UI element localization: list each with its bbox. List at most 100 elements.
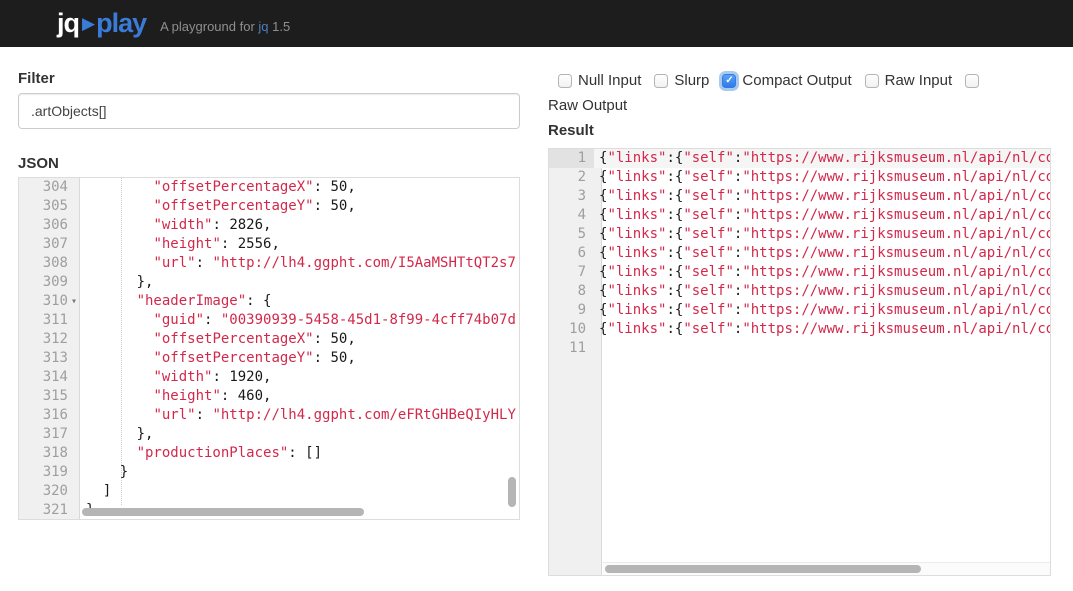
json-vertical-scrollbar[interactable] [508, 477, 516, 507]
code-line[interactable]: 315 "height": 460, [19, 387, 519, 406]
option-null-input[interactable]: Null Input [558, 72, 641, 89]
code-text: "url": "http://lh4.ggpht.com/I5AaMSHTtQT… [80, 254, 516, 273]
result-horizontal-scrollbar[interactable] [605, 565, 921, 573]
line-number: 312 [19, 330, 68, 349]
code-line[interactable]: 305 "offsetPercentageY": 50, [19, 197, 519, 216]
line-number: 315 [19, 387, 68, 406]
code-line[interactable]: 4{"links":{"self":"https://www.rijksmuse… [549, 206, 1050, 225]
code-line[interactable]: 310▾ "headerImage": { [19, 292, 519, 311]
code-line[interactable]: 307 "height": 2556, [19, 235, 519, 254]
code-line[interactable]: 312 "offsetPercentageX": 50, [19, 330, 519, 349]
code-line[interactable]: 2{"links":{"self":"https://www.rijksmuse… [549, 168, 1050, 187]
line-number: 311 [19, 311, 68, 330]
code-line[interactable]: 304 "offsetPercentageX": 50, [19, 178, 519, 197]
result-editor[interactable]: 1{"links":{"self":"https://www.rijksmuse… [548, 148, 1051, 576]
code-text: "width": 2826, [80, 216, 271, 235]
code-line[interactable]: 317 }, [19, 425, 519, 444]
raw-input-label: Raw Input [885, 72, 953, 89]
code-text: {"links":{"self":"https://www.rijksmuseu… [594, 301, 1051, 320]
fold-arrow-icon[interactable]: ▾ [68, 292, 80, 311]
code-line[interactable]: 11 [549, 339, 1050, 358]
line-number: 2 [549, 168, 594, 187]
code-line[interactable]: 309 }, [19, 273, 519, 292]
line-number: 310 [19, 292, 68, 311]
compact-output-checkbox[interactable] [722, 74, 736, 88]
code-line[interactable]: 314 "width": 1920, [19, 368, 519, 387]
code-line[interactable]: 318 "productionPlaces": [] [19, 444, 519, 463]
code-line[interactable]: 6{"links":{"self":"https://www.rijksmuse… [549, 244, 1050, 263]
line-number: 313 [19, 349, 68, 368]
code-line[interactable]: 320 ] [19, 482, 519, 501]
json-heading: JSON [18, 155, 59, 172]
code-line[interactable]: 1{"links":{"self":"https://www.rijksmuse… [549, 149, 1050, 168]
option-raw-input[interactable]: Raw Input [865, 72, 953, 89]
null-input-checkbox[interactable] [558, 74, 572, 88]
raw-input-checkbox[interactable] [865, 74, 879, 88]
fold-gutter [68, 216, 80, 235]
json-horizontal-scrollbar[interactable] [82, 508, 364, 516]
fold-gutter [68, 501, 80, 520]
code-line[interactable]: 319 } [19, 463, 519, 482]
raw-output-checkbox[interactable] [965, 74, 979, 88]
tagline-prefix: A playground for [160, 19, 258, 34]
fold-gutter [68, 425, 80, 444]
result-code: 1{"links":{"self":"https://www.rijksmuse… [549, 149, 1050, 358]
header: jq ▶ play A playground for jq 1.5 [0, 0, 1073, 47]
slurp-checkbox[interactable] [654, 74, 668, 88]
fold-gutter [68, 368, 80, 387]
code-line[interactable]: 306 "width": 2826, [19, 216, 519, 235]
code-text: {"links":{"self":"https://www.rijksmuseu… [594, 168, 1051, 187]
code-line[interactable]: 313 "offsetPercentageY": 50, [19, 349, 519, 368]
fold-gutter [68, 482, 80, 501]
code-text: {"links":{"self":"https://www.rijksmuseu… [594, 225, 1051, 244]
option-slurp[interactable]: Slurp [654, 72, 709, 89]
code-text: "height": 2556, [80, 235, 280, 254]
line-number: 308 [19, 254, 68, 273]
line-number: 1 [549, 149, 594, 168]
tagline: A playground for jq 1.5 [160, 13, 290, 34]
code-text: "guid": "00390939-5458-45d1-8f99-4cff74b… [80, 311, 516, 330]
code-text: }, [80, 273, 153, 292]
filter-input[interactable] [18, 93, 520, 129]
option-compact-output[interactable]: Compact Output [722, 72, 851, 89]
line-number: 9 [549, 301, 594, 320]
json-code[interactable]: 304 "offsetPercentageX": 50,305 "offsetP… [19, 178, 519, 520]
jqplay-logo[interactable]: jq ▶ play [57, 8, 146, 39]
code-text: "url": "http://lh4.ggpht.com/eFRtGHBeQIy… [80, 406, 516, 425]
code-text: {"links":{"self":"https://www.rijksmuseu… [594, 187, 1051, 206]
fold-gutter [68, 444, 80, 463]
code-line[interactable]: 308 "url": "http://lh4.ggpht.com/I5AaMSH… [19, 254, 519, 273]
line-number: 319 [19, 463, 68, 482]
line-number: 11 [549, 339, 594, 358]
code-line[interactable]: 5{"links":{"self":"https://www.rijksmuse… [549, 225, 1050, 244]
jq-link[interactable]: jq [258, 19, 268, 34]
fold-gutter [68, 330, 80, 349]
line-number: 306 [19, 216, 68, 235]
code-text: "offsetPercentageX": 50, [80, 330, 356, 349]
line-number: 10 [549, 320, 594, 339]
code-line[interactable]: 9{"links":{"self":"https://www.rijksmuse… [549, 301, 1050, 320]
line-number: 4 [549, 206, 594, 225]
line-number: 8 [549, 282, 594, 301]
json-editor[interactable]: 304 "offsetPercentageX": 50,305 "offsetP… [18, 177, 520, 520]
logo-play-text: play [96, 8, 146, 39]
line-number: 318 [19, 444, 68, 463]
code-text: }, [80, 425, 153, 444]
code-line[interactable]: 10{"links":{"self":"https://www.rijksmus… [549, 320, 1050, 339]
code-line[interactable]: 311 "guid": "00390939-5458-45d1-8f99-4cf… [19, 311, 519, 330]
line-number: 5 [549, 225, 594, 244]
code-text: "offsetPercentageY": 50, [80, 349, 356, 368]
line-number: 304 [19, 178, 68, 197]
code-line[interactable]: 8{"links":{"self":"https://www.rijksmuse… [549, 282, 1050, 301]
fold-gutter [68, 273, 80, 292]
options-bar: Null Input Slurp Compact Output Raw Inpu… [558, 72, 979, 89]
code-line[interactable]: 7{"links":{"self":"https://www.rijksmuse… [549, 263, 1050, 282]
line-number: 316 [19, 406, 68, 425]
code-text: "offsetPercentageX": 50, [80, 178, 356, 197]
tagline-version: 1.5 [269, 19, 291, 34]
code-line[interactable]: 316 "url": "http://lh4.ggpht.com/eFRtGHB… [19, 406, 519, 425]
code-text: "headerImage": { [80, 292, 271, 311]
code-text: "productionPlaces": [] [80, 444, 322, 463]
code-text: "height": 460, [80, 387, 271, 406]
code-line[interactable]: 3{"links":{"self":"https://www.rijksmuse… [549, 187, 1050, 206]
